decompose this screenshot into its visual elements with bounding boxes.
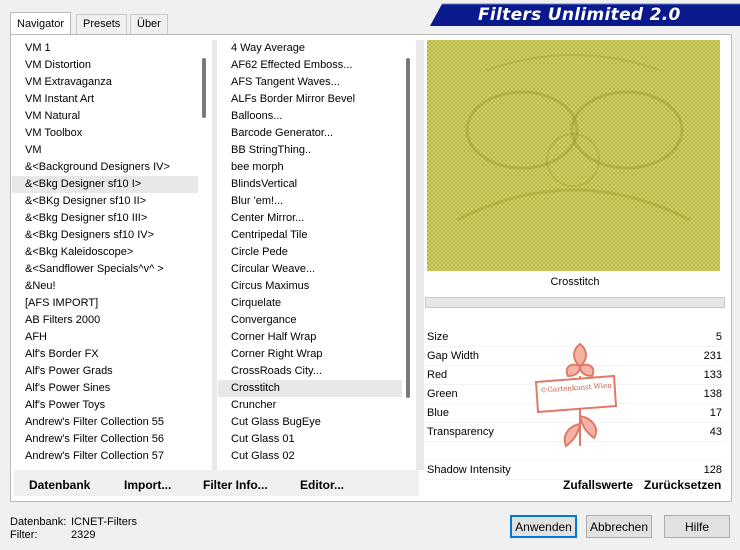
filter-count-label: Filter: — [10, 529, 38, 541]
category-item[interactable]: Alf's Power Grads — [12, 363, 198, 380]
category-scrollbar[interactable] — [198, 40, 211, 470]
filter-item[interactable]: Crosstitch — [218, 380, 402, 397]
category-item[interactable]: AFH — [12, 329, 198, 346]
import-button[interactable]: Import... — [124, 478, 171, 492]
category-item[interactable]: &<Bkg Designer sf10 I> — [12, 176, 198, 193]
filter-list[interactable]: 4 Way Average AF62 Effected Emboss... AFS … — [218, 40, 402, 470]
app-title: Filters Unlimited 2.0 — [478, 5, 681, 25]
parameter-label: Red — [427, 369, 448, 381]
parameter-value[interactable]: 231 — [704, 347, 722, 365]
parameter-label: Green — [427, 388, 458, 400]
filter-count-value: 2329 — [71, 529, 96, 541]
category-item[interactable]: &<Bkg Designers sf10 IV> — [12, 227, 198, 244]
parameter-label: Blue — [427, 407, 450, 419]
category-item[interactable]: AB Filters 2000 — [12, 312, 198, 329]
category-item[interactable]: VM Distortion — [12, 57, 198, 74]
parameter-label: Transparency — [427, 426, 494, 438]
filter-scroll-thumb[interactable] — [406, 58, 410, 398]
parameter-value[interactable]: 17 — [710, 404, 722, 422]
filter-item[interactable]: BB StringThing.. — [218, 142, 402, 159]
filter-item[interactable]: Centripedal Tile — [218, 227, 402, 244]
parameter-value[interactable]: 133 — [704, 366, 722, 384]
parameter-label: Size — [427, 331, 449, 343]
filter-scrollbar[interactable] — [402, 40, 415, 470]
category-item[interactable]: VM Toolbox — [12, 125, 198, 142]
category-item[interactable]: &<Sandflower Specials^v^ > — [12, 261, 198, 278]
current-filter-name: Crosstitch — [550, 276, 600, 288]
filter-item[interactable]: bee morph — [218, 159, 402, 176]
preview-image — [427, 40, 720, 271]
parameter-value[interactable]: 43 — [710, 423, 722, 441]
parameter-value[interactable]: 128 — [704, 461, 722, 479]
filter-item[interactable]: ALFs Border Mirror Bevel — [218, 91, 402, 108]
filter-item[interactable]: AFS Tangent Waves... — [218, 74, 402, 91]
filter-item[interactable]: Balloons... — [218, 108, 402, 125]
category-item[interactable]: Andrew's Filter Collection 56 — [12, 431, 198, 448]
category-item[interactable]: Andrew's Filter Collection 57 — [12, 448, 198, 465]
parameter-value[interactable]: 138 — [704, 385, 722, 403]
filter-item[interactable]: Barcode Generator... — [218, 125, 402, 142]
category-list[interactable]: VM 1 VM Distortion VM Extravaganza VM Insta… — [12, 40, 198, 470]
category-item[interactable]: VM 1 — [12, 40, 198, 57]
filter-item[interactable]: Corner Half Wrap — [218, 329, 402, 346]
filter-item[interactable]: Circular Weave... — [218, 261, 402, 278]
parameter-label: Gap Width — [427, 350, 479, 362]
filter-item[interactable]: AF62 Effected Emboss... — [218, 57, 402, 74]
title-banner: Filters Unlimited 2.0 — [430, 2, 740, 28]
cancel-button[interactable]: Abbrechen — [586, 515, 652, 538]
filter-item[interactable]: BlindsVertical — [218, 176, 402, 193]
category-item[interactable]: Alf's Power Toys — [12, 397, 198, 414]
help-button[interactable]: Hilfe — [664, 515, 730, 538]
database-value: ICNET-Filters — [71, 516, 137, 528]
tab-ueber[interactable]: Über — [130, 14, 168, 34]
filter-item[interactable]: Cruncher — [218, 397, 402, 414]
category-item[interactable]: &<Bkg Designer sf10 III> — [12, 210, 198, 227]
filter-item[interactable]: Convergance — [218, 312, 402, 329]
crosstitch-preview — [427, 40, 720, 271]
apply-button[interactable]: Anwenden — [510, 515, 577, 538]
random-values-button[interactable]: Zufallswerte — [563, 478, 633, 492]
tab-navigator[interactable]: Navigator — [10, 12, 72, 35]
filter-item[interactable]: Cut Glass BugEye — [218, 414, 402, 431]
editor-button[interactable]: Editor... — [300, 478, 344, 492]
filter-item[interactable]: Circle Pede — [218, 244, 402, 261]
filter-item[interactable]: Corner Right Wrap — [218, 346, 402, 363]
category-item[interactable]: Alf's Power Sines — [12, 380, 198, 397]
reset-button[interactable]: Zurücksetzen — [644, 478, 721, 492]
database-label: Datenbank: — [10, 516, 67, 528]
filter-item[interactable]: Cut Glass 01 — [218, 431, 402, 448]
list-divider-2 — [416, 40, 424, 470]
category-item[interactable]: VM Natural — [12, 108, 198, 125]
category-item[interactable]: VM Extravaganza — [12, 74, 198, 91]
filter-info-button[interactable]: Filter Info... — [203, 478, 268, 492]
tab-presets[interactable]: Presets — [76, 14, 128, 34]
preview-progress-bar — [425, 297, 725, 308]
filter-item[interactable]: Blur 'em!... — [218, 193, 402, 210]
category-item[interactable]: [AFS IMPORT] — [12, 295, 198, 312]
filter-item[interactable]: Center Mirror... — [218, 210, 402, 227]
category-item[interactable]: &<Bkg Kaleidoscope> — [12, 244, 198, 261]
category-item[interactable]: &<BKg Designer sf10 II> — [12, 193, 198, 210]
category-item[interactable]: &<Background Designers IV> — [12, 159, 198, 176]
list-divider — [212, 40, 217, 470]
category-item[interactable]: &Neu! — [12, 278, 198, 295]
category-item[interactable]: Andrew's Filter Collection 55 — [12, 414, 198, 431]
category-item[interactable]: VM — [12, 142, 198, 159]
database-button[interactable]: Datenbank — [29, 478, 90, 492]
category-item[interactable]: Alf's Border FX — [12, 346, 198, 363]
filter-item[interactable]: Cirquelate — [218, 295, 402, 312]
parameter-value[interactable]: 5 — [716, 328, 722, 346]
filter-item[interactable]: Cut Glass 02 — [218, 448, 402, 465]
filter-item[interactable]: CrossRoads City... — [218, 363, 402, 380]
filter-item[interactable]: Circus Maximus — [218, 278, 402, 295]
category-item[interactable]: VM Instant Art — [12, 91, 198, 108]
filter-item[interactable]: 4 Way Average — [218, 40, 402, 57]
watermark-logo: ©Gartenkunst Wien — [532, 336, 618, 452]
parameter-label: Shadow Intensity — [427, 464, 511, 476]
category-scroll-thumb[interactable] — [202, 58, 206, 118]
